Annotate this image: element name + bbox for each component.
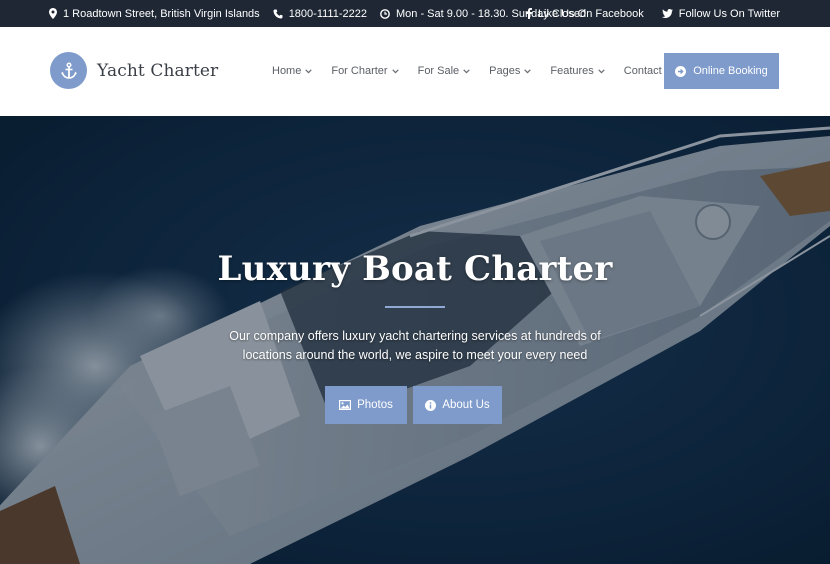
info-icon bbox=[425, 399, 437, 411]
logo-text: Yacht Charter bbox=[97, 60, 219, 81]
twitter-label: Follow Us On Twitter bbox=[678, 7, 780, 20]
anchor-icon bbox=[60, 61, 77, 79]
facebook-label: Like Us On Facebook bbox=[537, 7, 644, 20]
booking-label: Online Booking bbox=[693, 65, 768, 77]
arrow-circle-right-icon bbox=[675, 65, 687, 77]
chevron-down-icon bbox=[305, 68, 313, 73]
nav-label: Home bbox=[272, 65, 302, 77]
nav-label: Pages bbox=[489, 65, 521, 77]
phone-icon bbox=[273, 9, 283, 19]
nav-item-for-charter[interactable]: For Charter bbox=[331, 65, 399, 77]
logo[interactable]: Yacht Charter bbox=[50, 52, 218, 89]
clock-icon bbox=[380, 8, 390, 19]
main-nav: Home For Charter For Sale Pages Features… bbox=[272, 65, 692, 77]
nav-label: For Charter bbox=[331, 65, 388, 77]
chevron-down-icon bbox=[598, 68, 605, 73]
nav-label: Features bbox=[550, 65, 594, 77]
title-divider bbox=[385, 306, 445, 308]
nav-item-home[interactable]: Home bbox=[272, 65, 313, 77]
map-pin-icon bbox=[49, 8, 57, 19]
logo-badge bbox=[50, 52, 87, 89]
nav-item-for-sale[interactable]: For Sale bbox=[418, 65, 471, 77]
address-text: 1 Roadtown Street, British Virgin Island… bbox=[63, 7, 260, 20]
chevron-down-icon bbox=[391, 68, 399, 73]
phone-text: 1800-1111-2222 bbox=[288, 7, 367, 20]
hero-title: Luxury Boat Charter bbox=[217, 249, 613, 289]
hero-section: Luxury Boat Charter Our company offers l… bbox=[0, 116, 830, 564]
nav-item-pages[interactable]: Pages bbox=[489, 65, 532, 77]
site-header: Yacht Charter Home For Charter For Sale … bbox=[0, 27, 830, 116]
nav-label: Contact bbox=[623, 65, 662, 77]
nav-item-features[interactable]: Features bbox=[550, 65, 605, 77]
image-icon bbox=[339, 400, 352, 410]
chevron-down-icon bbox=[524, 68, 532, 73]
top-info-bar: 1 Roadtown Street, British Virgin Island… bbox=[0, 0, 830, 27]
phone-item[interactable]: 1800-1111-2222 bbox=[273, 8, 367, 20]
photos-label: Photos bbox=[357, 399, 393, 411]
hero-subtitle: Our company offers luxury yacht charteri… bbox=[229, 329, 601, 362]
facebook-link[interactable]: Like Us On Facebook bbox=[526, 8, 644, 20]
address-item: 1 Roadtown Street, British Virgin Island… bbox=[49, 8, 260, 20]
about-us-button[interactable]: About Us bbox=[413, 386, 502, 424]
nav-label: For Sale bbox=[417, 65, 460, 77]
online-booking-button[interactable]: Online Booking bbox=[664, 53, 779, 89]
about-label: About Us bbox=[442, 399, 490, 411]
social-links: Like Us On Facebook Follow Us On Twitter bbox=[508, 0, 780, 27]
facebook-icon bbox=[526, 8, 532, 19]
chevron-down-icon bbox=[463, 68, 470, 73]
photos-button[interactable]: Photos bbox=[325, 386, 407, 424]
twitter-link[interactable]: Follow Us On Twitter bbox=[661, 7, 780, 20]
twitter-icon bbox=[661, 9, 673, 18]
